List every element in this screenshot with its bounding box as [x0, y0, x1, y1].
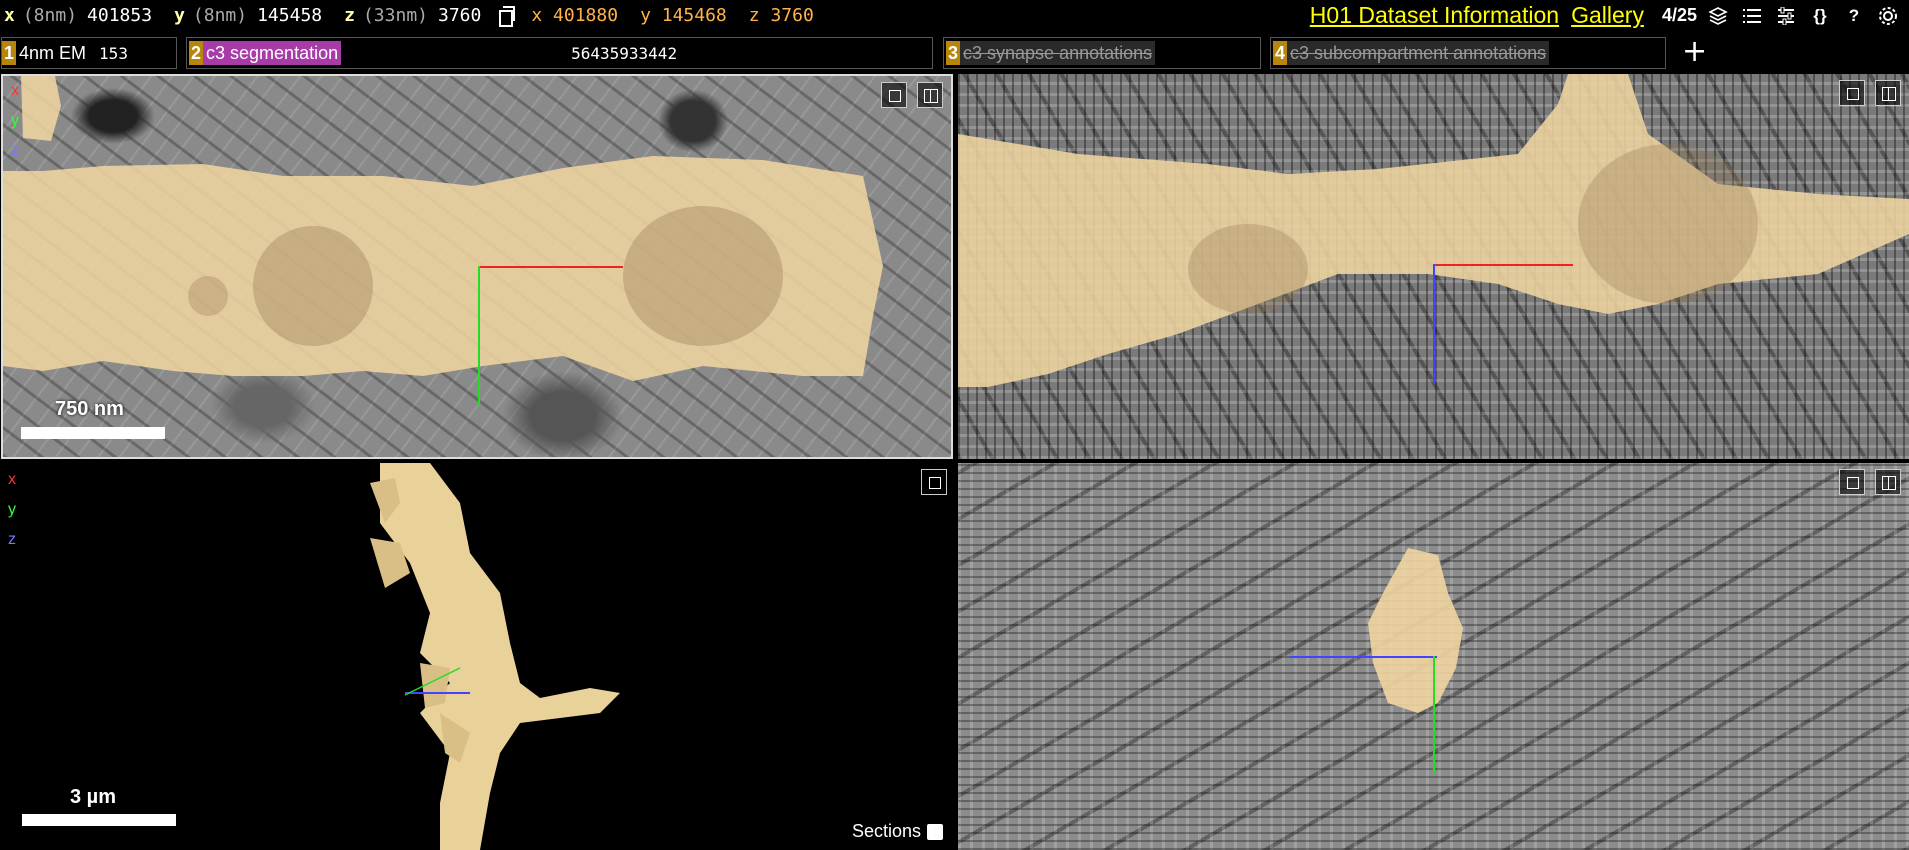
- layer-bar: 1 4nm EM 153 2 c3 segmentation 564359334…: [0, 34, 1909, 72]
- mouse-x: x 401880: [531, 5, 619, 26]
- gallery-link[interactable]: Gallery: [1571, 2, 1644, 29]
- layer-name: 4nm EM: [19, 43, 87, 63]
- y-crosshair: [478, 266, 480, 406]
- maximize-panel-button[interactable]: [1839, 469, 1865, 495]
- scale-bar: [22, 814, 176, 826]
- scale-bar: [21, 427, 165, 439]
- layer-count: 4/25: [1661, 5, 1697, 25]
- x-coordinate-input[interactable]: 401853: [87, 5, 152, 26]
- xz-slice-view[interactable]: [958, 74, 1909, 459]
- layer-segmentation[interactable]: 2 c3 segmentation 56435933442: [186, 37, 933, 69]
- layout-panel-button[interactable]: [1875, 469, 1901, 495]
- top-bar: x (8nm) 401853 y (8nm) 145458 z (33nm) 3…: [0, 0, 1909, 34]
- layer-number: 2: [189, 41, 204, 65]
- segment-overlay: [3, 76, 883, 381]
- z-crosshair: [1433, 264, 1435, 384]
- z-unit: (33nm): [362, 5, 428, 26]
- layer-synapse-annotations[interactable]: 3 c3 synapse annotations: [943, 37, 1261, 69]
- y-unit: (8nm): [192, 5, 248, 26]
- scale-bar-label: 3 µm: [70, 786, 116, 808]
- dataset-info-link[interactable]: H01 Dataset Information: [1310, 2, 1559, 29]
- x-crosshair: [478, 266, 623, 268]
- y-label: y: [8, 501, 16, 518]
- y-crosshair: [1433, 656, 1435, 774]
- gear-icon[interactable]: [1875, 3, 1901, 29]
- json-icon[interactable]: {}: [1807, 3, 1833, 29]
- maximize-panel-button[interactable]: [881, 82, 907, 108]
- layout-panel-button[interactable]: [917, 82, 943, 108]
- maximize-panel-button[interactable]: [921, 469, 947, 495]
- axes-legend: x y z: [11, 76, 19, 166]
- layer-number: 4: [1273, 41, 1288, 65]
- maximize-panel-button[interactable]: [1839, 80, 1865, 106]
- position-widget: x (8nm) 401853 y (8nm) 145458 z (33nm) 3…: [4, 5, 836, 27]
- mouse-y: y 145468: [640, 5, 727, 26]
- x-unit: (8nm): [22, 5, 78, 26]
- copy-icon[interactable]: [497, 5, 516, 27]
- z-label: z: [8, 531, 16, 548]
- layer-name: c3 subcompartment annotations: [1287, 41, 1550, 65]
- layers-icon[interactable]: [1705, 3, 1731, 29]
- z-coordinate-input[interactable]: 3760: [438, 5, 481, 26]
- y-coordinate-input[interactable]: 145458: [257, 5, 322, 26]
- x-crosshair: [1433, 264, 1573, 266]
- 3d-view[interactable]: x y z 3 µm Sections: [0, 463, 955, 850]
- x-axis-label: x: [4, 5, 15, 26]
- y-axis-label: y: [174, 5, 185, 26]
- y-label: y: [11, 112, 19, 129]
- yz-slice-view[interactable]: [958, 463, 1909, 850]
- layer-name: c3 segmentation: [203, 41, 342, 65]
- sliders-icon[interactable]: [1773, 3, 1799, 29]
- layer-name: c3 synapse annotations: [960, 41, 1156, 65]
- mouse-z: z 3760: [748, 5, 814, 26]
- layer-number: 3: [946, 41, 961, 65]
- sections-checkbox[interactable]: [927, 823, 943, 840]
- top-right-controls: H01 Dataset Information Gallery 4/25 {} …: [1310, 2, 1901, 29]
- z-axis-label: z: [344, 5, 355, 26]
- layer-number: 1: [2, 41, 17, 65]
- layer-value: 153: [99, 43, 128, 63]
- sections-toggle[interactable]: Sections: [852, 821, 943, 842]
- segment-id: 56435933442: [571, 43, 678, 63]
- layer-em[interactable]: 1 4nm EM 153: [1, 37, 177, 69]
- x-label: x: [11, 82, 19, 99]
- scale-bar-label: 750 nm: [55, 398, 124, 420]
- list-icon[interactable]: [1739, 3, 1765, 29]
- x-label: x: [8, 471, 16, 488]
- add-layer-button[interactable]: +: [1682, 37, 1707, 67]
- z-crosshair: [1290, 656, 1437, 658]
- neuron-mesh: [370, 463, 620, 850]
- z-label: z: [11, 142, 19, 159]
- xy-slice-view[interactable]: x y z 750 nm: [1, 74, 953, 459]
- help-icon[interactable]: ?: [1841, 3, 1867, 29]
- layout-panel-button[interactable]: [1875, 80, 1901, 106]
- sections-label: Sections: [851, 821, 921, 841]
- layer-subcompartment-annotations[interactable]: 4 c3 subcompartment annotations: [1270, 37, 1666, 69]
- axes-legend: x y z: [8, 465, 16, 555]
